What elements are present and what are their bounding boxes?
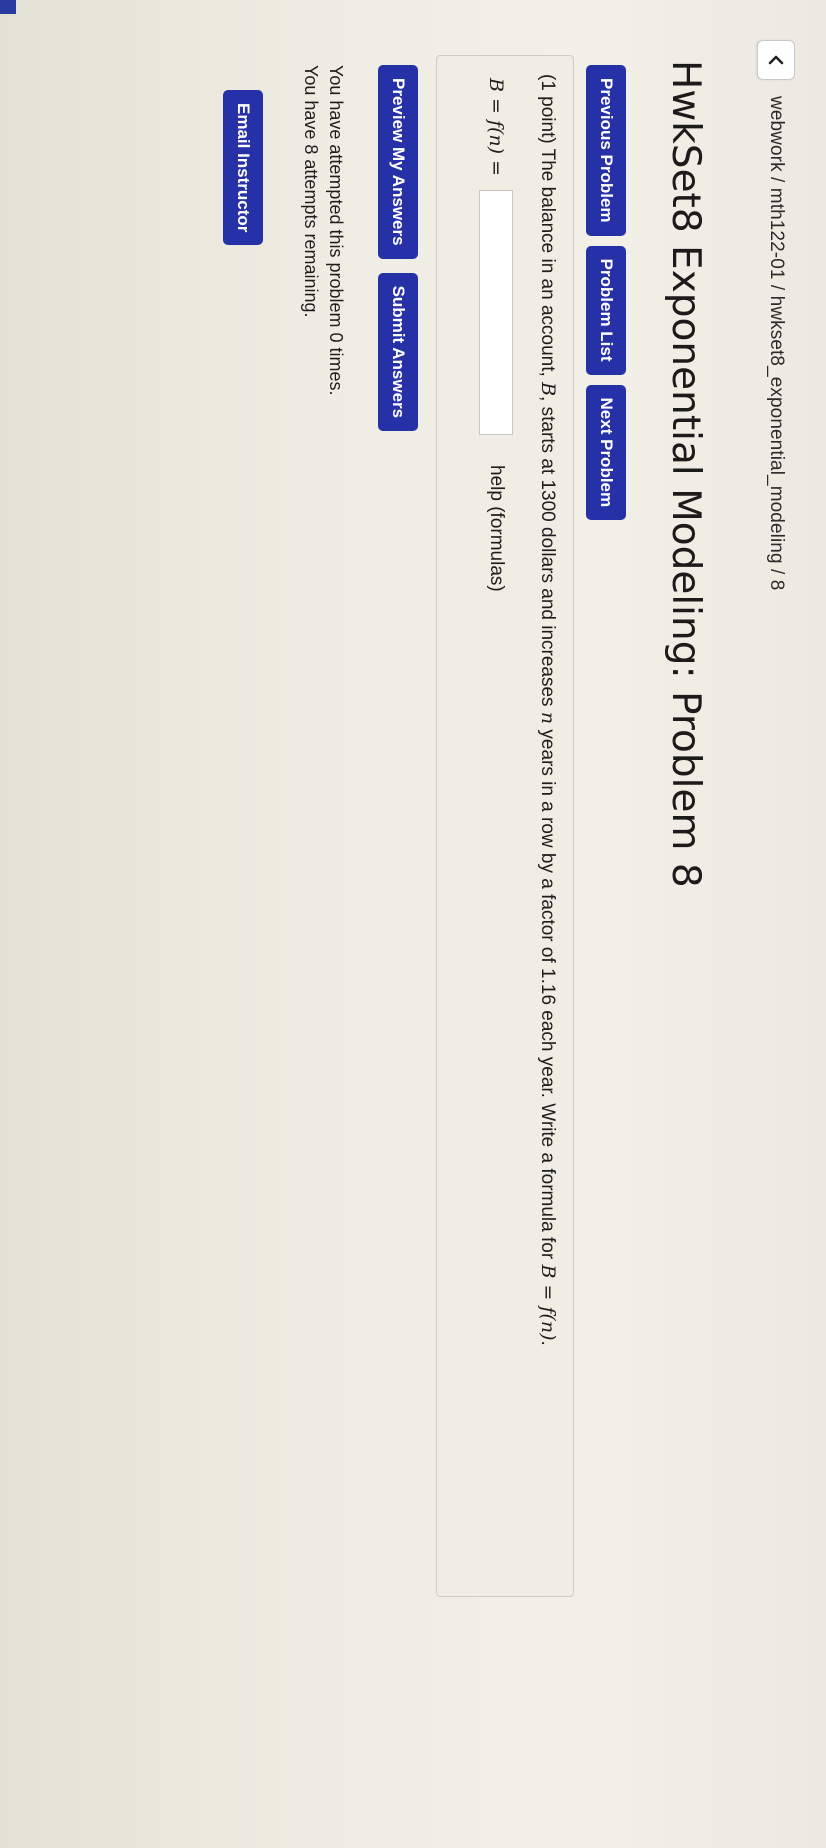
answer-actions: Preview My Answers Submit Answers (378, 65, 418, 432)
answer-label: B = f(n) = (485, 78, 507, 177)
var-b: B (537, 382, 559, 397)
formula-b-equals-f-n: B = f(n) (537, 1264, 559, 1341)
problem-text-4: . (537, 1340, 558, 1346)
problem-text-1: (1 point) The balance in an account, (537, 74, 558, 383)
page-title: HwkSet8 Exponential Modeling: Problem 8 (663, 60, 708, 888)
problem-list-button[interactable]: Problem List (586, 245, 626, 375)
breadcrumb: webwork / mth122-01 / hwkset8_exponentia… (766, 96, 787, 591)
next-problem-button[interactable]: Next Problem (586, 384, 626, 521)
back-button[interactable] (757, 40, 795, 80)
answer-row: B = f(n) = help (formulas) (479, 78, 513, 592)
email-instructor-button[interactable]: Email Instructor (223, 90, 263, 246)
rotated-page: webwork / mth122-01 / hwkset8_exponentia… (0, 0, 826, 1848)
screen: webwork / mth122-01 / hwkset8_exponentia… (0, 0, 826, 1848)
answer-input[interactable] (479, 190, 513, 436)
corner-accent (0, 0, 16, 14)
previous-problem-button[interactable]: Previous Problem (586, 65, 626, 236)
chevron-left-icon (768, 55, 784, 65)
problem-box: (1 point) The balance in an account, B, … (436, 55, 574, 1597)
attempts-remaining-text: You have 8 attempts remaining. (301, 65, 321, 318)
top-bar: webwork / mth122-01 / hwkset8_exponentia… (756, 40, 796, 590)
email-row: Email Instructor (223, 90, 263, 246)
problem-nav: Previous Problem Problem List Next Probl… (586, 65, 626, 521)
problem-text-2: , starts at 1300 dollars and increases (537, 396, 558, 712)
submit-answers-button[interactable]: Submit Answers (378, 272, 418, 432)
var-n: n (537, 711, 559, 725)
attempt-status: You have attempted this problem 0 times.… (298, 65, 348, 396)
preview-answers-button[interactable]: Preview My Answers (378, 65, 418, 259)
attempted-count-text: You have attempted this problem 0 times. (326, 65, 346, 396)
problem-statement: (1 point) The balance in an account, B, … (536, 74, 559, 1346)
help-formulas-link[interactable]: help (formulas) (485, 465, 507, 592)
problem-text-3: years in a row by a factor of 1.16 each … (537, 724, 558, 1265)
